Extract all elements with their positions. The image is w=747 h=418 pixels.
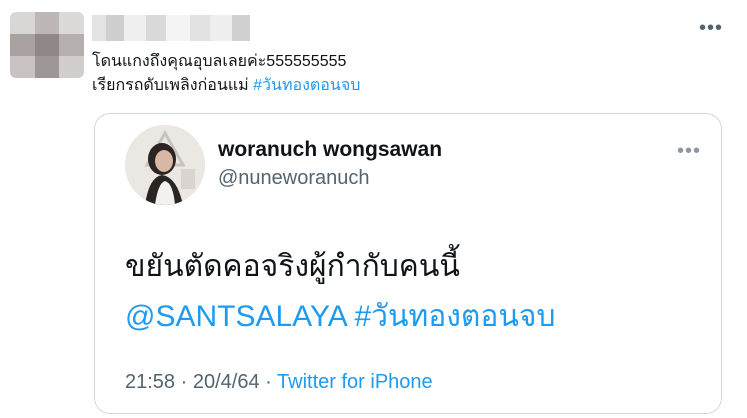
quoted-author-avatar[interactable] xyxy=(125,125,205,205)
tweet-text-line-1: โดนแกงถึงคุณอุบลเลยค่ะ555555555 xyxy=(92,53,347,70)
quoted-text-line-1: ขยันตัดคอจริงผู้กำกับคนนี้ xyxy=(125,250,460,283)
quoted-hashtag-link[interactable]: #วันทองตอนจบ xyxy=(354,300,555,333)
quoted-author-handle[interactable]: @nuneworanuch xyxy=(218,167,370,190)
tweet-date[interactable]: 20/4/64 xyxy=(193,371,260,393)
tweet-time[interactable]: 21:58 xyxy=(125,371,175,393)
tweet: ••• โดนแกงถึงคุณอุบลเลยค่ะ555555555 เรีย… xyxy=(0,0,747,418)
quoted-tweet-text: ขยันตัดคอจริงผู้กำกับคนนี้ @SANTSALAYA #… xyxy=(125,242,556,342)
avatar-pixelated[interactable] xyxy=(10,12,84,78)
tweet-text-line-2-prefix: เรียกรถดับเพลิงก่อนแม่ xyxy=(92,77,254,94)
quoted-more-options-icon[interactable]: ••• xyxy=(677,140,701,163)
mention-link[interactable]: @SANTSALAYA xyxy=(125,300,346,333)
author-name-pixelated[interactable] xyxy=(92,15,250,41)
tweet-text: โดนแกงถึงคุณอุบลเลยค่ะ555555555 เรียกรถด… xyxy=(92,50,360,98)
tweet-source-link[interactable]: Twitter for iPhone xyxy=(277,371,433,393)
quoted-tweet-card[interactable]: woranuch wongsawan @nuneworanuch ••• ขยั… xyxy=(94,113,722,414)
meta-separator-2: · xyxy=(265,371,272,393)
meta-separator: · xyxy=(180,371,188,393)
quoted-tweet-meta: 21:58 · 20/4/64 · Twitter for iPhone xyxy=(125,371,433,394)
tweet-text-line-2: เรียกรถดับเพลิงก่อนแม่ #วันทองตอนจบ xyxy=(92,74,360,98)
more-options-icon[interactable]: ••• xyxy=(699,18,723,38)
quoted-text-line-2: @SANTSALAYA #วันทองตอนจบ xyxy=(125,292,556,342)
hashtag-link[interactable]: #วันทองตอนจบ xyxy=(253,77,360,94)
avatar-photo xyxy=(125,125,205,205)
quoted-author-name[interactable]: woranuch wongsawan xyxy=(218,138,442,162)
